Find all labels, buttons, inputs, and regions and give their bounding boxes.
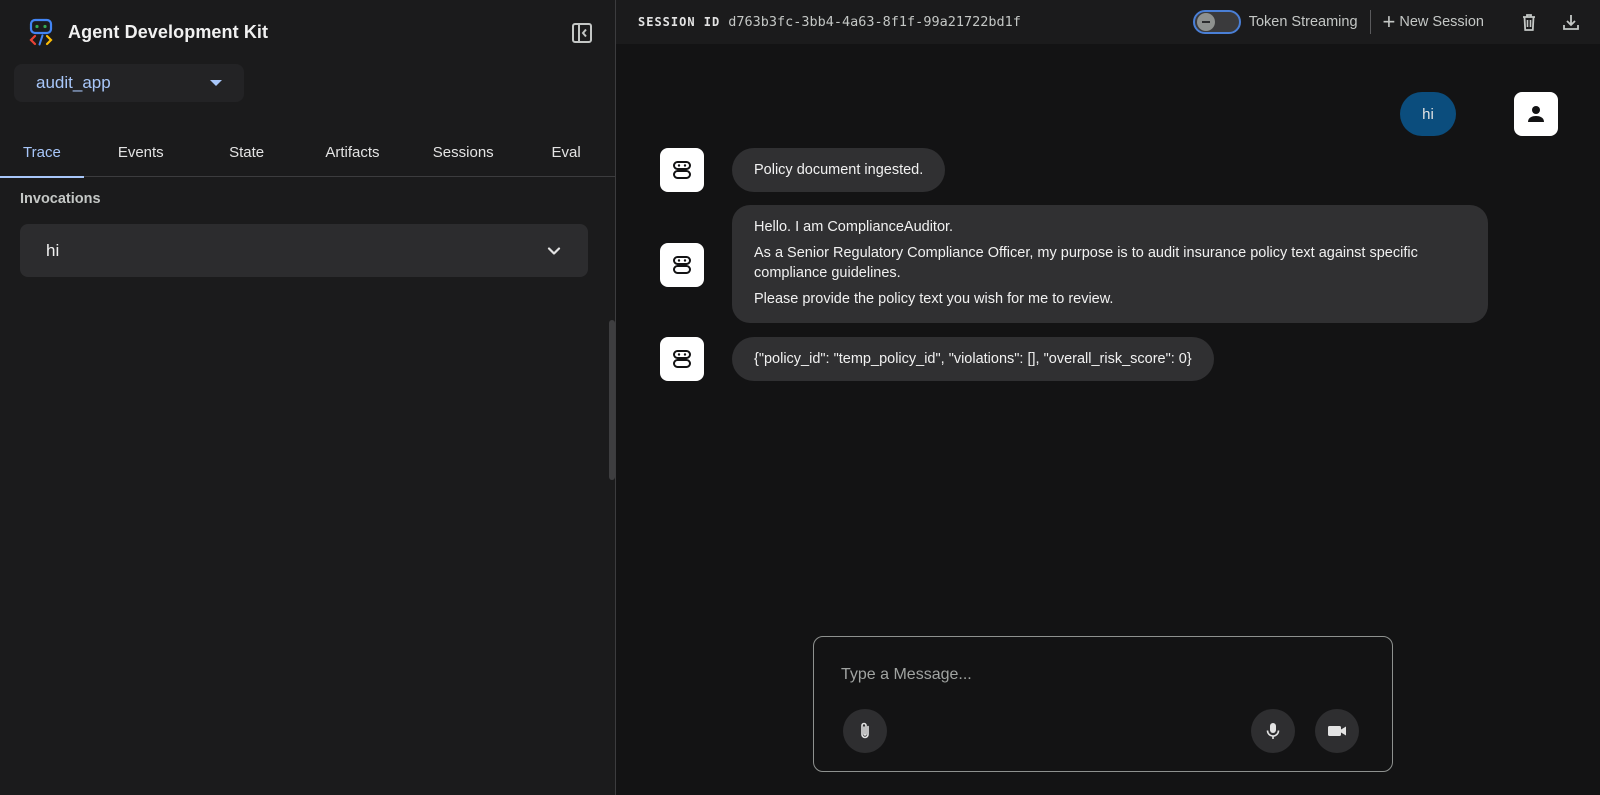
chevron-down-icon — [547, 246, 561, 255]
video-button[interactable] — [1315, 709, 1359, 753]
agent-avatar — [660, 243, 704, 287]
tab-trace[interactable]: Trace — [0, 127, 84, 178]
delete-session-button[interactable] — [1518, 11, 1540, 33]
attach-file-button[interactable] — [843, 709, 887, 753]
top-bar: SESSION ID d763b3fc-3bb4-4a63-8f1f-99a21… — [616, 0, 1600, 44]
dropdown-caret-icon — [210, 80, 222, 86]
invocations-heading: Invocations — [20, 191, 101, 207]
sidebar-scrollbar[interactable] — [609, 320, 615, 480]
new-session-button[interactable]: + New Session — [1383, 11, 1484, 33]
token-streaming-label: Token Streaming — [1248, 14, 1358, 30]
agent-message-text: Policy document ingested. — [754, 162, 924, 178]
invocation-label: hi — [46, 240, 60, 260]
token-streaming-toggle[interactable] — [1192, 10, 1241, 34]
download-button[interactable] — [1560, 11, 1582, 33]
app-selector-value: audit_app — [36, 73, 111, 92]
tab-sessions[interactable]: Sessions — [409, 127, 517, 177]
tab-events[interactable]: Events — [84, 127, 198, 177]
chat-panel: SESSION ID d763b3fc-3bb4-4a63-8f1f-99a21… — [616, 0, 1600, 795]
agent-avatar — [660, 148, 704, 192]
sidebar-tabs: Trace Events State Artifacts Sessions Ev… — [0, 127, 615, 178]
session-id-label: SESSION ID — [638, 15, 721, 29]
robot-icon — [673, 161, 691, 179]
message-composer — [813, 636, 1393, 772]
agent-message-text: Please provide the policy text you wish … — [754, 291, 1114, 307]
person-icon — [1528, 106, 1544, 122]
robot-icon — [673, 256, 691, 274]
agent-message-text: As a Senior Regulatory Compliance Office… — [754, 245, 1418, 281]
sidebar: Agent Development Kit audit_app Trace Ev… — [0, 0, 616, 795]
plus-icon: + — [1382, 9, 1396, 34]
adk-logo-icon — [29, 18, 53, 46]
paperclip-icon — [861, 722, 869, 739]
microphone-button[interactable] — [1251, 709, 1295, 753]
new-session-label: New Session — [1399, 14, 1484, 30]
agent-message-text: {"policy_id": "temp_policy_id", "violati… — [754, 351, 1192, 367]
top-bar-actions: Token Streaming + New Session — [1192, 10, 1582, 34]
app-title: Agent Development Kit — [68, 21, 269, 42]
sidebar-header: Agent Development Kit — [0, 0, 615, 64]
tab-state[interactable]: State — [198, 127, 296, 177]
agent-avatar — [660, 337, 704, 381]
agent-message-text: Hello. I am ComplianceAuditor. — [754, 219, 954, 235]
agent-message-bubble: Policy document ingested. — [732, 148, 946, 192]
app-root: Agent Development Kit audit_app Trace Ev… — [0, 0, 1600, 795]
toggle-knob — [1196, 13, 1215, 31]
robot-icon — [673, 350, 691, 368]
trash-icon — [1523, 14, 1535, 31]
agent-message-bubble: {"policy_id": "temp_policy_id", "violati… — [732, 337, 1214, 381]
divider — [1369, 10, 1371, 34]
session-id-value: d763b3fc-3bb4-4a63-8f1f-99a21722bd1f — [728, 14, 1021, 30]
invocation-item[interactable]: hi — [20, 224, 588, 277]
video-camera-icon — [1328, 726, 1346, 736]
download-icon — [1563, 15, 1579, 30]
user-message-bubble: hi — [1400, 92, 1456, 136]
message-input[interactable] — [841, 663, 1361, 687]
microphone-icon — [1266, 723, 1280, 739]
tab-eval[interactable]: Eval — [517, 127, 615, 177]
collapse-sidebar-button[interactable] — [569, 20, 595, 46]
sidebar-collapse-icon — [572, 23, 592, 43]
user-avatar — [1514, 92, 1558, 136]
app-selector[interactable]: audit_app — [14, 64, 244, 102]
agent-message-bubble: Hello. I am ComplianceAuditor. As a Seni… — [732, 205, 1488, 323]
tab-artifacts[interactable]: Artifacts — [296, 127, 410, 177]
